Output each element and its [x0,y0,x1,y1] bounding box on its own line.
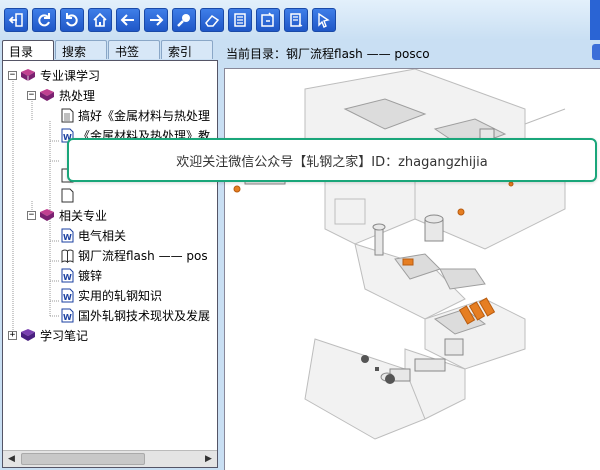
tree-node-professional-courses[interactable]: − 专业课学习 [8,65,100,85]
word-document-icon: W [61,308,74,322]
save-icon[interactable] [256,8,280,32]
word-document-icon: W [61,228,74,242]
toolbar [0,0,600,40]
steel-plant-flow-illustration [233,69,566,440]
tree-node-doc-hidden[interactable] [61,185,78,205]
tab-contents[interactable]: 目录 [2,40,54,60]
svg-text:W: W [63,313,72,322]
undo-icon[interactable] [60,8,84,32]
svg-text:W: W [63,293,72,302]
back-arrow-icon[interactable] [116,8,140,32]
current-directory-path: 钢厂流程flash —— posco [286,47,430,61]
navigation-panel: 目录 搜索 书签 索引 − 专业课学习 − 热处理 搞好《金属材料与热处理 W … [0,40,220,470]
book-icon [40,89,54,101]
toolbar-edge [590,0,600,40]
tree-node-label: 专业课学习 [40,68,101,83]
book-icon [21,69,35,81]
tree-node-label: 钢厂流程flash —— pos [78,248,208,263]
collapse-toggle[interactable]: − [27,90,36,100]
pointer-icon[interactable] [312,8,336,32]
tree-node-selected[interactable]: 钢厂流程flash —— pos [61,245,208,265]
banner-text: 欢迎关注微信公众号【轧钢之家】ID：zhagangzhijia [176,154,488,170]
scrollbar-thumb[interactable] [21,453,145,465]
book-icon [40,209,54,221]
search-icon[interactable] [172,8,196,32]
collapse-toggle[interactable]: − [8,70,17,80]
expand-toggle[interactable]: + [8,330,17,340]
contents-tree: − 专业课学习 − 热处理 搞好《金属材料与热处理 W 《金属材料及热处理》教 [2,60,218,468]
tree-node-label: 实用的轧钢知识 [78,288,163,303]
tree-node-label: 电气相关 [78,228,127,243]
scroll-left-icon[interactable]: ◀ [4,452,19,466]
eraser-icon[interactable] [200,8,224,32]
svg-text:W: W [63,233,72,242]
open-book-icon [61,249,74,263]
svg-text:W: W [63,273,72,282]
tree-node-doc[interactable]: 搞好《金属材料与热处理 [61,105,210,125]
forward-arrow-icon[interactable] [144,8,168,32]
refresh-icon[interactable] [32,8,56,32]
tree-node-related-majors[interactable]: − 相关专业 [27,205,107,225]
notes-icon[interactable] [228,8,252,32]
current-directory-bar: 当前目录：钢厂流程flash —— posco [222,42,600,62]
nav-tabs: 目录 搜索 书签 索引 [0,40,220,60]
tree-node-label: 热处理 [59,88,96,103]
tree-node-doc[interactable]: W 实用的轧钢知识 [61,285,162,305]
exit-icon[interactable] [4,8,28,32]
tree-node-heat-treatment[interactable]: − 热处理 [27,85,95,105]
tree-node-doc[interactable]: W 镀锌 [61,265,102,285]
tree-node-label: 搞好《金属材料与热处理 [78,108,211,123]
tree-node-doc[interactable]: W 电气相关 [61,225,126,245]
book-icon [21,329,35,341]
flash-content-area[interactable] [224,68,600,470]
tab-index[interactable]: 索引 [161,40,213,59]
bookmark-icon[interactable] [284,8,308,32]
word-document-icon: W [61,288,74,302]
word-document-icon: W [61,268,74,282]
tree-node-label: 镀锌 [78,268,103,283]
horizontal-scrollbar[interactable]: ◀ ▶ [3,450,217,467]
home-icon[interactable] [88,8,112,32]
wechat-follow-banner: 欢迎关注微信公众号【轧钢之家】ID：zhagangzhijia [67,138,597,182]
collapse-toggle[interactable]: − [27,210,36,220]
tab-bookmarks[interactable]: 书签 [108,40,160,59]
tree-node-study-notes[interactable]: + 学习笔记 [8,325,88,345]
tree-node-label: 学习笔记 [40,328,89,343]
tree-node-label: 国外轧钢技术现状及发展 [78,308,211,323]
tab-search[interactable]: 搜索 [55,40,107,59]
scroll-right-icon[interactable]: ▶ [201,452,216,466]
current-directory-prefix: 当前目录： [226,47,287,61]
document-icon [61,108,74,122]
document-icon [61,188,74,202]
tree-node-doc[interactable]: W 国外轧钢技术现状及发展 [61,305,210,325]
panel-scroll-nub[interactable] [592,44,600,60]
tree-node-label: 相关专业 [59,208,108,223]
